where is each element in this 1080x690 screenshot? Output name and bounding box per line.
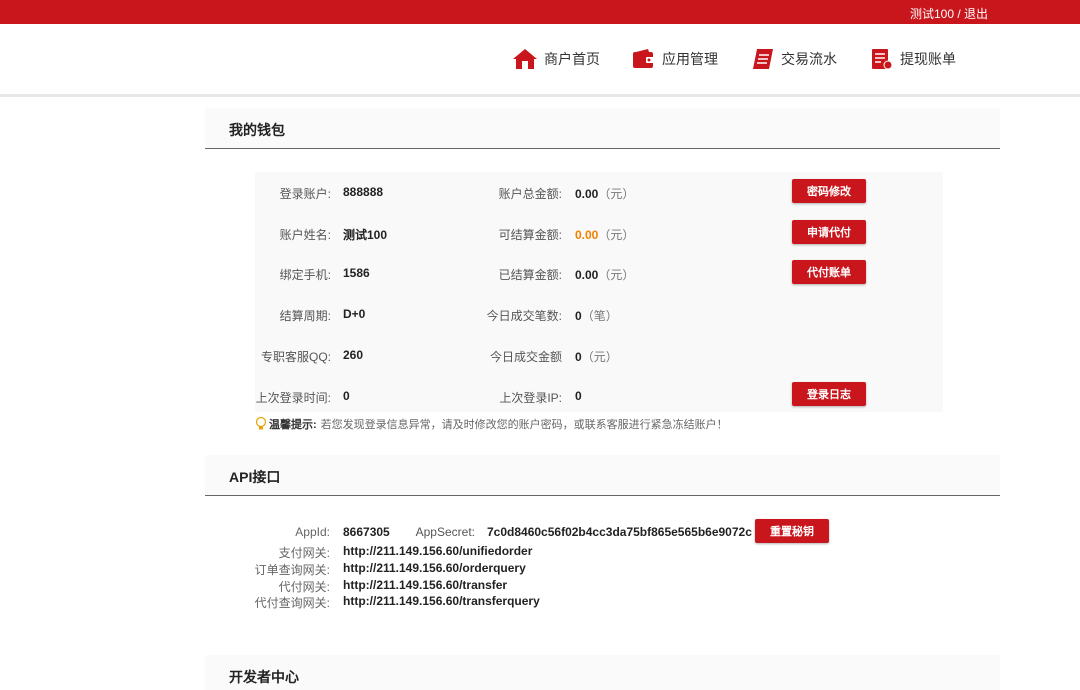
wallet-panel: [255, 172, 943, 412]
label-support-qq: 专职客服QQ:: [260, 350, 331, 364]
label-settled-amount: 已结算金额:: [498, 268, 562, 282]
value-login-account: 888888: [343, 185, 384, 199]
value-last-login-time: 0: [343, 389, 350, 403]
nav-label: 提现账单: [900, 51, 956, 67]
apply-payout-button[interactable]: 申请代付: [792, 220, 866, 244]
label-today-amount: 今日成交金额: [489, 350, 562, 364]
api-title: API接口: [229, 469, 281, 485]
notebook-icon: [753, 49, 773, 69]
wallet-title: 我的钱包: [229, 122, 285, 138]
api-section-header: API接口: [205, 455, 1000, 496]
payout-bill-button[interactable]: 代付账单: [792, 260, 866, 284]
label-order-query-gateway: 订单查询网关:: [254, 563, 330, 577]
nav-item-merchant-home[interactable]: 商户首页: [512, 46, 600, 72]
value-pay-gateway: http://211.149.156.60/unifiedorder: [343, 544, 533, 558]
security-tip: 温馨提示: 若您发现登录信息异常，请及时修改您的账户密码，或联系客服进行紧急冻结…: [255, 416, 728, 432]
value-settled-amount: 0.00（元）: [575, 268, 635, 282]
label-pay-gateway: 支付网关:: [278, 546, 330, 560]
user-logout-link[interactable]: 测试100 / 退出: [910, 5, 988, 22]
label-payout-query-gateway: 代付查询网关:: [254, 596, 330, 610]
developer-section-header: 开发者中心: [205, 655, 1000, 690]
value-payout-query-gateway: http://211.149.156.60/transferquery: [343, 594, 540, 608]
label-bound-phone: 绑定手机:: [279, 268, 331, 282]
value-settleable-amount: 0.00（元）: [575, 228, 635, 242]
nav-item-withdraw-bills[interactable]: 提现账单: [870, 46, 956, 72]
tip-text: 若您发现登录信息异常，请及时修改您的账户密码，或联系客服进行紧急冻结账户！: [320, 419, 728, 431]
value-today-amount: 0（元）: [575, 350, 618, 364]
value-settlement-cycle: D+0: [343, 307, 366, 321]
label-login-account: 登录账户:: [279, 187, 331, 201]
label-total-amount: 账户总金额:: [498, 187, 562, 201]
nav-item-app-management[interactable]: 应用管理: [632, 46, 718, 72]
nav-label: 交易流水: [781, 51, 837, 67]
top-bar: 测试100 / 退出: [0, 0, 1080, 24]
label-payout-gateway: 代付网关:: [278, 580, 330, 594]
value-order-query-gateway: http://211.149.156.60/orderquery: [343, 561, 526, 575]
home-icon: [513, 49, 537, 69]
value-total-amount: 0.00（元）: [575, 187, 635, 201]
wallet-section-header: 我的钱包: [205, 108, 1000, 149]
wallet-icon: [633, 49, 654, 68]
document-icon: [872, 49, 893, 70]
value-account-name: 测试100: [343, 228, 388, 242]
value-support-qq: 260: [343, 348, 364, 362]
value-payout-gateway: http://211.149.156.60/transfer: [343, 578, 508, 592]
label-settlement-cycle: 结算周期:: [279, 309, 331, 323]
lightbulb-icon: [255, 417, 267, 430]
value-bound-phone: 1586: [343, 266, 370, 280]
nav-item-transactions[interactable]: 交易流水: [751, 46, 837, 72]
nav-label: 商户首页: [544, 51, 600, 67]
label-account-name: 账户姓名:: [279, 228, 331, 242]
label-last-login-time: 上次登录时间:: [255, 391, 331, 405]
login-log-button[interactable]: 登录日志: [792, 382, 866, 406]
developer-title: 开发者中心: [229, 669, 299, 685]
change-password-button[interactable]: 密码修改: [792, 179, 866, 203]
label-settleable-amount: 可结算金额:: [498, 228, 562, 242]
main-nav: 商户首页 应用管理 交易流水 提现账单: [0, 24, 1080, 97]
label-appid: AppId:: [295, 525, 330, 539]
reset-secret-button[interactable]: 重置秘钥: [755, 519, 829, 543]
label-last-login-ip: 上次登录IP:: [499, 391, 562, 405]
value-today-count: 0（笔）: [575, 309, 618, 323]
tip-label: 温馨提示:: [269, 419, 317, 431]
value-last-login-ip: 0: [575, 389, 582, 403]
nav-label: 应用管理: [662, 51, 718, 67]
label-today-count: 今日成交笔数:: [486, 309, 562, 323]
value-appid: 8667305: [343, 525, 390, 539]
label-appsecret: AppSecret:: [415, 525, 475, 539]
value-appsecret: 7c0d8460c56f02b4cc3da75bf865e565b6e9072c: [487, 525, 752, 539]
